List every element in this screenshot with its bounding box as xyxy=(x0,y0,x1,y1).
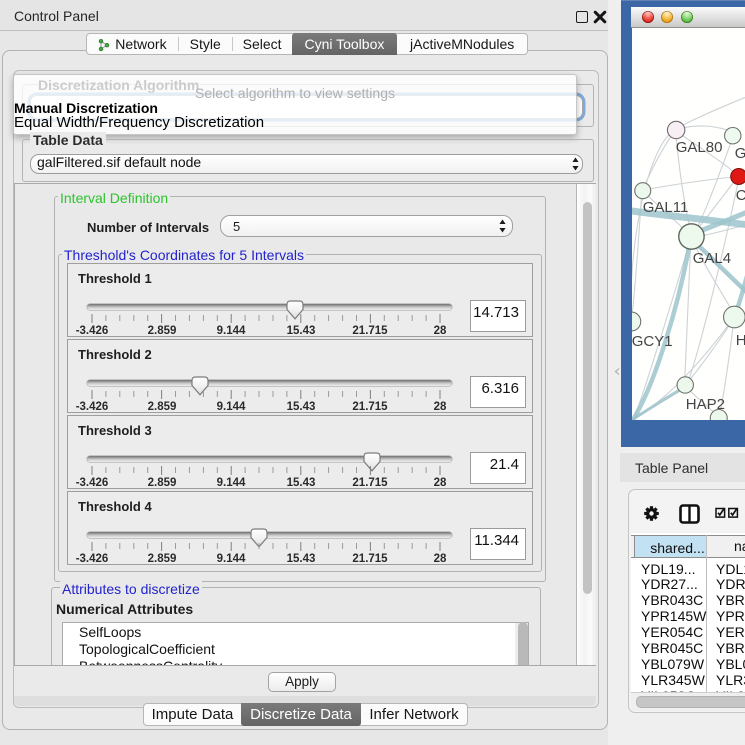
svg-text:H: H xyxy=(735,332,745,349)
svg-text:GCY1: GCY1 xyxy=(632,333,673,350)
svg-text:HAP2: HAP2 xyxy=(685,396,724,413)
svg-text:GAL80: GAL80 xyxy=(675,139,722,156)
svg-text:GAL4: GAL4 xyxy=(692,250,730,267)
svg-text:GA: GA xyxy=(734,145,745,162)
svg-text:C: C xyxy=(735,187,745,204)
svg-text:GAL11: GAL11 xyxy=(642,199,688,216)
